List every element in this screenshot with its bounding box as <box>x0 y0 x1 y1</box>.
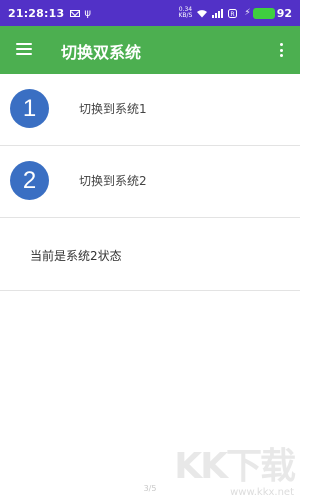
network-speed: 0.34 KB/S <box>178 7 192 19</box>
battery-level: 92 <box>276 6 292 20</box>
watermark: KK下载 www.kkx.net <box>174 446 296 499</box>
more-vert-icon[interactable] <box>280 43 284 57</box>
network-speed-unit: KB/S <box>178 12 193 19</box>
current-status-text: 当前是系统2状态 <box>30 249 122 263</box>
switch-system-2-row[interactable]: 2 切换到系统2 <box>0 146 300 218</box>
battery-icon <box>252 7 275 19</box>
app-title: 切换双系统 <box>61 43 142 62</box>
mail-icon <box>70 9 81 17</box>
signal-icon <box>212 8 224 18</box>
status-bar: 21:28:13 ψ 0.34 KB/S R ⚡ 92 <box>0 0 300 26</box>
charging-icon: ⚡ <box>244 8 251 18</box>
status-time: 21:28:13 <box>8 6 65 20</box>
data-icon: R <box>228 8 238 18</box>
switch-system-1-label: 切换到系统1 <box>79 102 147 116</box>
app-bar: 切换双系统 <box>0 26 300 74</box>
current-status-row: 当前是系统2状态 <box>0 218 300 291</box>
switch-system-2-label: 切换到系统2 <box>79 174 147 188</box>
battery: ⚡ 92 <box>244 7 292 20</box>
svg-text:R: R <box>231 11 235 18</box>
watermark-logo: KK下载 <box>174 446 296 487</box>
usb-icon: ψ <box>84 7 91 19</box>
menu-icon[interactable] <box>16 43 32 57</box>
notification-icons: ψ <box>70 8 91 19</box>
system-2-badge: 2 <box>10 161 49 200</box>
system-1-badge: 1 <box>10 89 49 128</box>
watermark-url: www.kkx.net <box>230 487 294 498</box>
system-icons: 0.34 KB/S R ⚡ 92 <box>178 7 292 20</box>
wifi-icon <box>197 9 208 17</box>
switch-system-1-row[interactable]: 1 切换到系统1 <box>0 74 300 146</box>
system-list: 1 切换到系统1 2 切换到系统2 当前是系统2状态 <box>0 74 300 291</box>
